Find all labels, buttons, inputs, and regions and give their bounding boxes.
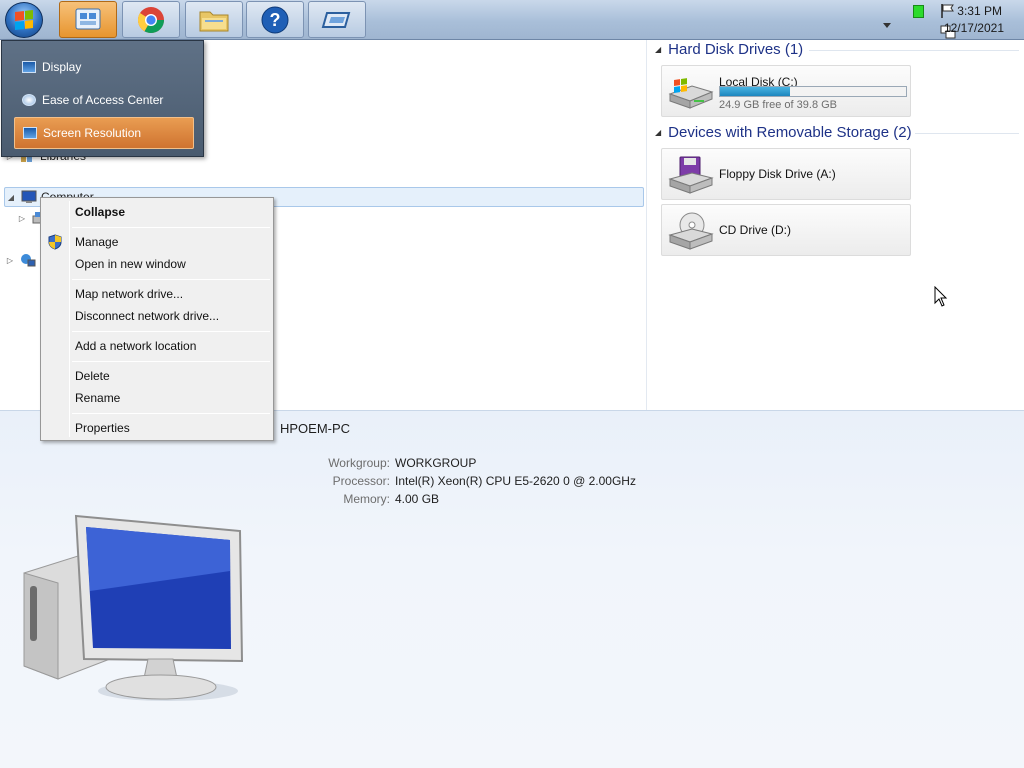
detail-value: 4.00 GB bbox=[395, 492, 440, 506]
control-panel-jumplist: Display Ease of Access Center Screen Res… bbox=[1, 40, 204, 157]
group-title: Hard Disk Drives (1) bbox=[668, 41, 804, 58]
drive-usage-bar bbox=[719, 86, 907, 97]
windows-logo-icon bbox=[15, 10, 33, 30]
taskbar: ? 3:31 PM 12/17/2021 bbox=[0, 0, 1024, 40]
taskbar-remote-desktop-button[interactable] bbox=[308, 1, 366, 38]
content-pane: ◢ Hard Disk Drives (1) Local Disk (C:) 2… bbox=[646, 40, 1024, 410]
drive-cd-d[interactable]: CD Drive (D:) bbox=[661, 204, 911, 256]
expand-icon[interactable]: ▷ bbox=[16, 214, 28, 223]
group-header-hard-disk-drives[interactable]: ◢ Hard Disk Drives (1) bbox=[655, 41, 803, 58]
menu-item-properties[interactable]: Properties bbox=[75, 421, 130, 435]
context-menu: Collapse Manage Open in new window Map n… bbox=[40, 197, 274, 441]
jumplist-item-label: Ease of Access Center bbox=[42, 93, 164, 107]
computer-icon bbox=[21, 190, 37, 203]
jumplist-item-label: Screen Resolution bbox=[43, 126, 142, 140]
uac-shield-icon bbox=[48, 234, 62, 250]
detail-key: Memory: bbox=[343, 492, 390, 506]
expand-icon[interactable]: ▷ bbox=[4, 256, 16, 265]
floppy-drive-icon bbox=[668, 156, 714, 194]
drive-usage-fill bbox=[720, 87, 790, 96]
taskbar-chrome-button[interactable] bbox=[122, 1, 180, 38]
menu-item-rename[interactable]: Rename bbox=[75, 391, 120, 405]
action-center-flag-icon[interactable] bbox=[939, 3, 957, 19]
menu-item-disconnect-network-drive[interactable]: Disconnect network drive... bbox=[75, 309, 219, 323]
start-button[interactable] bbox=[5, 2, 43, 38]
detail-key: Processor: bbox=[332, 474, 390, 488]
taskbar-help-button[interactable]: ? bbox=[246, 1, 304, 38]
tree-item-network[interactable]: ▷ bbox=[4, 250, 40, 270]
local-disk-icon bbox=[668, 78, 714, 109]
detail-value: Intel(R) Xeon(R) CPU E5-2620 0 @ 2.00GHz bbox=[395, 474, 636, 488]
chrome-icon bbox=[137, 6, 165, 33]
menu-item-delete[interactable]: Delete bbox=[75, 369, 110, 383]
jumplist-item-screen-resolution[interactable]: Screen Resolution bbox=[14, 117, 194, 149]
menu-item-open-new-window[interactable]: Open in new window bbox=[75, 257, 186, 271]
jumplist-item-label: Display bbox=[42, 60, 82, 74]
svg-text:?: ? bbox=[270, 10, 281, 30]
group-title: Devices with Removable Storage (2) bbox=[668, 124, 912, 141]
menu-separator bbox=[72, 331, 270, 332]
taskbar-explorer-button[interactable] bbox=[185, 1, 243, 38]
drive-floppy-a[interactable]: Floppy Disk Drive (A:) bbox=[661, 148, 911, 200]
collapse-icon[interactable]: ◢ bbox=[5, 193, 17, 202]
drive-free-space: 24.9 GB free of 39.8 GB bbox=[719, 99, 838, 111]
menu-item-map-network-drive[interactable]: Map network drive... bbox=[75, 287, 183, 301]
menu-separator bbox=[72, 413, 270, 414]
system-tray: 3:31 PM 12/17/2021 bbox=[854, 0, 1024, 40]
drive-name: CD Drive (D:) bbox=[719, 223, 791, 237]
computer-name: HPOEM-PC bbox=[280, 421, 351, 436]
detail-value: WORKGROUP bbox=[395, 456, 477, 470]
taskbar-control-panel-button[interactable] bbox=[59, 1, 117, 38]
ease-of-access-icon bbox=[22, 94, 36, 106]
mouse-pointer-icon bbox=[934, 286, 948, 307]
cd-drive-icon bbox=[668, 212, 714, 250]
menu-item-add-network-location[interactable]: Add a network location bbox=[75, 339, 196, 353]
drive-local-disk-c[interactable]: Local Disk (C:) 24.9 GB free of 39.8 GB bbox=[661, 65, 911, 117]
collapse-group-icon[interactable]: ◢ bbox=[655, 128, 661, 137]
help-icon: ? bbox=[261, 6, 289, 33]
drive-name: Floppy Disk Drive (A:) bbox=[719, 167, 836, 181]
status-indicator-icon[interactable] bbox=[913, 5, 924, 18]
menu-gutter bbox=[69, 201, 70, 437]
detail-key: Workgroup: bbox=[328, 456, 390, 470]
remote-desktop-icon bbox=[321, 11, 351, 28]
computer-large-icon bbox=[23, 514, 244, 701]
details-pane: HPOEM-PC Workgroup: WORKGROUP Processor:… bbox=[0, 410, 1024, 768]
show-hidden-icons-icon[interactable] bbox=[882, 22, 892, 30]
jumplist-item-display[interactable]: Display bbox=[14, 53, 194, 81]
group-divider bbox=[809, 50, 1019, 51]
menu-separator bbox=[72, 361, 270, 362]
network-icon bbox=[21, 254, 36, 267]
display-icon bbox=[22, 61, 36, 73]
jumplist-item-ease-of-access[interactable]: Ease of Access Center bbox=[14, 86, 194, 114]
group-divider bbox=[915, 133, 1019, 134]
menu-item-manage[interactable]: Manage bbox=[75, 235, 118, 249]
clock-date[interactable]: 12/17/2021 bbox=[944, 21, 1004, 35]
menu-separator bbox=[72, 227, 270, 228]
menu-separator bbox=[72, 279, 270, 280]
folder-icon bbox=[199, 11, 229, 31]
screen-resolution-icon bbox=[23, 127, 37, 139]
menu-item-collapse[interactable]: Collapse bbox=[75, 205, 125, 219]
collapse-group-icon[interactable]: ◢ bbox=[655, 45, 661, 54]
group-header-removable-storage[interactable]: ◢ Devices with Removable Storage (2) bbox=[655, 124, 912, 141]
control-panel-icon bbox=[75, 8, 101, 29]
clock-time[interactable]: 3:31 PM bbox=[957, 4, 1002, 18]
